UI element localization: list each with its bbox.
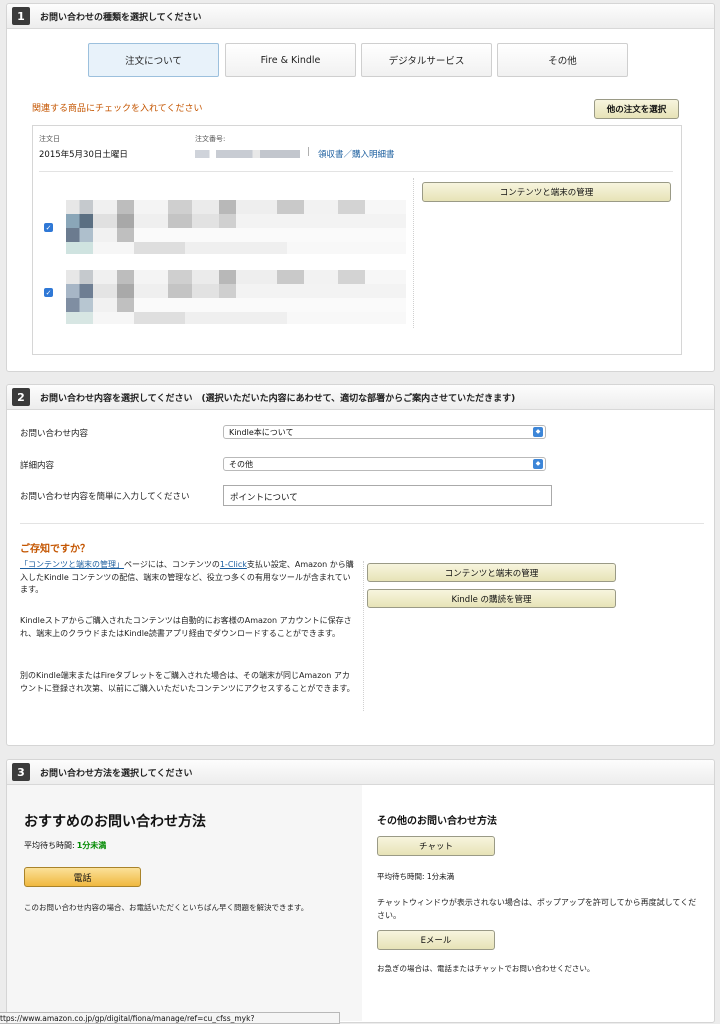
- chat-button[interactable]: チャット: [377, 836, 495, 856]
- status-bar-url: ttps://www.amazon.co.jp/gp/digital/fiona…: [0, 1012, 340, 1024]
- manage-content-link[interactable]: 「コンテンツと端末の管理」: [20, 560, 124, 569]
- email-note: お急ぎの場合は、電話またはチャットでお問い合わせください。: [377, 964, 595, 973]
- manage-content-button[interactable]: コンテンツと端末の管理: [367, 563, 616, 582]
- tab-digital-service[interactable]: デジタルサービス: [361, 43, 492, 77]
- order-number-label: 注文番号:: [195, 135, 226, 143]
- recommended-title: おすすめのお問い合わせ方法: [24, 814, 206, 830]
- manage-content-button[interactable]: コンテンツと端末の管理: [422, 182, 671, 202]
- inquiry-text-input[interactable]: ポイントについて: [223, 485, 552, 506]
- order-box: 注文日 2015年5月30日土曜日 注文番号: | 領収書／購入明細書 コンテン…: [32, 125, 682, 355]
- section-2-header: 2 お問い合わせ内容を選択してください (選択いただいた内容にあわせて、適切な部…: [7, 385, 714, 410]
- phone-note: このお問い合わせ内容の場合、お電話いただくといちばん早く問題を解決できます。: [24, 903, 309, 912]
- wait-label: 平均待ち時間:: [24, 841, 75, 850]
- items-divider: [413, 178, 414, 328]
- section-title: お問い合わせ内容を選択してください (選択いただいた内容にあわせて、適切な部署か…: [40, 393, 516, 404]
- did-you-know-p3: 別のKindle端末またはFireタブレットをご購入された場合は、その端末が同じ…: [20, 671, 355, 693]
- section-1-panel: 1 お問い合わせの種類を選択してください 注文について Fire & Kindl…: [6, 3, 715, 372]
- other-methods-title: その他のお問い合わせ方法: [377, 816, 497, 827]
- item-thumbnail-1: [66, 188, 406, 258]
- chat-note: チャットウィンドウが表示されない場合は、ポップアップを許可してから再度試してくだ…: [377, 898, 697, 920]
- detail-select-value: その他: [229, 459, 253, 469]
- step-number: 1: [12, 7, 30, 25]
- order-divider: [39, 171, 673, 172]
- select-arrow-icon: ◆: [533, 427, 543, 437]
- detail-select[interactable]: その他 ◆: [223, 457, 546, 471]
- inquiry-select-value: Kindle本について: [229, 427, 294, 437]
- chat-wait-time: 平均待ち時間: 1分未満: [377, 872, 455, 881]
- related-product-prompt: 関連する商品にチェックを入れてください: [32, 104, 203, 114]
- did-you-know-p1: 「コンテンツと端末の管理」ページには、コンテンツの1-Click支払い設定、Am…: [20, 559, 356, 597]
- manage-subscription-button[interactable]: Kindle の購読を管理: [367, 589, 616, 608]
- section-divider: [20, 523, 704, 524]
- receipt-link[interactable]: 領収書／購入明細書: [318, 148, 395, 160]
- item-checkbox-2[interactable]: ✓: [44, 288, 53, 297]
- order-date-label: 注文日: [39, 135, 60, 143]
- step-number: 3: [12, 763, 30, 781]
- section-title: お問い合わせ方法を選択してください: [40, 768, 193, 779]
- phone-button[interactable]: 電話: [24, 867, 141, 887]
- inquiry-label: お問い合わせ内容: [20, 429, 89, 439]
- inquiry-select[interactable]: Kindle本について ◆: [223, 425, 546, 439]
- wait-time: 平均待ち時間: 1分未満: [24, 840, 106, 851]
- order-date: 2015年5月30日土曜日: [39, 150, 128, 160]
- wait-value: 1分未満: [76, 841, 107, 850]
- section-2-panel: 2 お問い合わせ内容を選択してください (選択いただいた内容にあわせて、適切な部…: [6, 384, 715, 746]
- item-checkbox-1[interactable]: ✓: [44, 223, 53, 232]
- tab-order[interactable]: 注文について: [88, 43, 219, 77]
- section-3-panel: 3 お問い合わせ方法を選択してください おすすめのお問い合わせ方法 平均待ち時間…: [6, 759, 715, 1023]
- one-click-link[interactable]: 1-Click: [220, 560, 247, 569]
- separator: |: [307, 147, 311, 157]
- step-number: 2: [12, 388, 30, 406]
- dyk-p1-mid: ページには、コンテンツの: [124, 560, 220, 569]
- tab-fire-kindle[interactable]: Fire & Kindle: [225, 43, 356, 77]
- item-thumbnail-2: [66, 258, 406, 326]
- detail-label: 詳細内容: [20, 461, 55, 471]
- did-you-know-title: ご存知ですか？: [20, 544, 90, 555]
- section-1-header: 1 お問い合わせの種類を選択してください: [7, 4, 714, 29]
- select-arrow-icon: ◆: [533, 459, 543, 469]
- section-title: お問い合わせの種類を選択してください: [40, 12, 202, 23]
- order-number-blurred: [195, 150, 300, 158]
- dyk-divider: [363, 561, 364, 711]
- other-order-button[interactable]: 他の注文を選択: [594, 99, 679, 119]
- section-3-header: 3 お問い合わせ方法を選択してください: [7, 760, 714, 785]
- did-you-know-p2: Kindleストアからご購入されたコンテンツは自動的にお客様のAmazon アカ…: [20, 616, 352, 638]
- inquiry-text-label: お問い合わせ内容を簡単に入力してください: [20, 492, 190, 502]
- email-button[interactable]: Eメール: [377, 930, 495, 950]
- tab-other[interactable]: その他: [497, 43, 628, 77]
